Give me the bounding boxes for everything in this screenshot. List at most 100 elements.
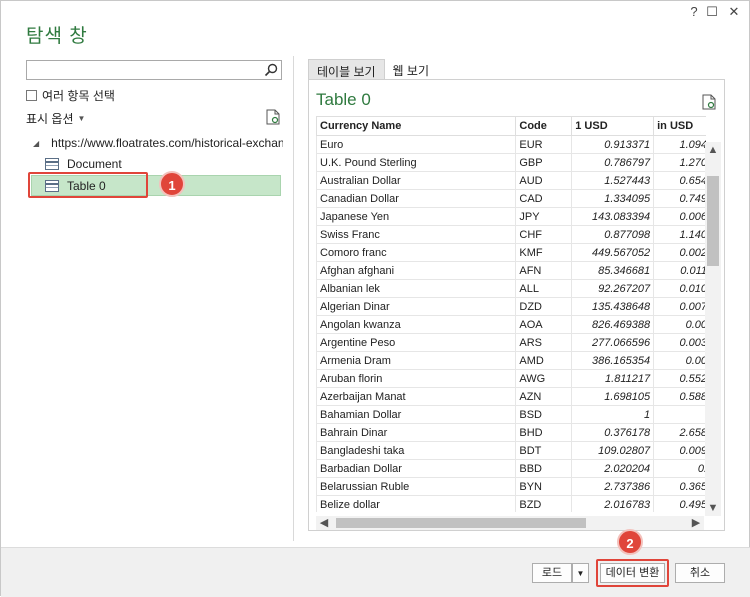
table-cell: 0.009 [653,441,706,460]
table-row[interactable]: Canadian Dollar CAD 1.334095 0.749 [316,189,706,208]
column-header[interactable]: 1 USD [571,116,655,136]
table-cell: 0.003 [653,333,706,352]
help-button[interactable]: ? [685,3,703,21]
table-cell: 0.365 [653,477,706,496]
table-cell: AUD [515,171,573,190]
table-row[interactable]: Bahrain Dinar BHD 0.376178 2.658 [316,423,706,442]
table-cell: 1 [571,405,655,424]
table-cell: BDT [515,441,573,460]
highlight-box-2 [596,559,669,587]
step-badge-2: 2 [617,529,643,555]
table-row[interactable]: Belarussian Ruble BYN 2.737386 0.365 [316,477,706,496]
table-cell: 0.007 [653,297,706,316]
table-row[interactable]: Swiss Franc CHF 0.877098 1.140 [316,225,706,244]
tree-item-label: Document [67,157,122,171]
table-cell: Swiss Franc [316,225,517,244]
table-cell: Barbadian Dollar [316,459,517,478]
table-row[interactable]: Afghan afghani AFN 85.346681 0.011 [316,261,706,280]
table-row[interactable]: Armenia Dram AMD 386.165354 0.00 [316,351,706,370]
collapse-triangle-icon[interactable]: ◢ [33,139,39,148]
table-cell: 2.737386 [571,477,655,496]
table-row[interactable]: Euro EUR 0.913371 1.094 [316,135,706,154]
table-cell: Belarussian Ruble [316,477,517,496]
load-dropdown-button[interactable]: ▼ [572,563,589,583]
scroll-right-icon[interactable]: ▶ [688,516,704,529]
table-row[interactable]: Japanese Yen JPY 143.083394 0.006 [316,207,706,226]
multi-select-label: 여러 항목 선택 [42,89,115,103]
table-row[interactable]: Angolan kwanza AOA 826.469388 0.00 [316,315,706,334]
preview-pane: Table 0 Currency Name Code 1 USD in USD … [308,79,725,531]
table-cell: AFN [515,261,573,280]
tree-root[interactable]: ◢ https://www.floatrates.com/historical-… [33,136,283,150]
vertical-scrollbar[interactable]: ▲ ▼ [705,142,721,516]
table-cell: 0.786797 [571,153,655,172]
data-table: Currency Name Code 1 USD in USD Euro EUR 0… [316,116,706,512]
table-row[interactable]: Barbadian DollarBBD2.0202040. [316,459,706,478]
column-header[interactable]: in USD [653,116,706,136]
data-grid[interactable]: Currency Name Code 1 USD in USD Euro EUR 0… [316,116,706,512]
scroll-down-icon[interactable]: ▼ [705,502,721,514]
cancel-button[interactable]: 취소 [675,563,725,583]
load-button[interactable]: 로드 [532,563,572,583]
scroll-left-icon[interactable]: ◀ [316,516,332,529]
display-options-label: 표시 옵션 [26,112,74,126]
table-cell: Comoro franc [316,243,517,262]
table-cell: 0.495 [653,495,706,512]
maximize-button[interactable]: ☐ [703,3,721,21]
tree-item-document[interactable]: Document [45,154,122,174]
tab-web-view[interactable]: 웹 보기 [385,59,437,79]
tab-table-view[interactable]: 테이블 보기 [308,59,385,79]
tree-root-label: https://www.floatrates.com/historical-ex… [51,136,283,150]
table-row[interactable]: Aruban florin AWG 1.811217 0.552 [316,369,706,388]
window-title: 탐색 창 [26,26,88,47]
table-cell: AZN [515,387,573,406]
table-cell: 1.334095 [571,189,655,208]
table-cell: Aruban florin [316,369,517,388]
table-row[interactable]: Comoro franc KMF 449.567052 0.002 [316,243,706,262]
step-badge-1: 1 [159,171,185,197]
table-cell: 0.877098 [571,225,655,244]
column-header[interactable]: Code [515,116,573,136]
multi-select-option[interactable]: 여러 항목 선택 [26,87,115,104]
table-row[interactable]: Argentine Peso ARS 277.066596 0.003 [316,333,706,352]
column-header[interactable]: Currency Name [316,116,517,136]
table-cell: Bahamian Dollar [316,405,517,424]
table-cell: 386.165354 [571,351,655,370]
table-cell: BYN [515,477,573,496]
table-row[interactable]: Belize dollar BZD 2.016783 0.495 [316,495,706,512]
table-body: Euro EUR 0.913371 1.094 U.K. Pound Sterling G… [316,135,706,512]
search-icon[interactable] [264,63,278,77]
navigator-window: ? ☐ ✕ 탐색 창 여러 항목 선택 표시 옵션 ▼ ◢ https://ww… [0,0,750,597]
vertical-scroll-thumb[interactable] [707,176,719,266]
scroll-up-icon[interactable]: ▲ [705,144,721,156]
table-cell: 1.140 [653,225,706,244]
close-button[interactable]: ✕ [725,3,743,21]
table-row[interactable]: Algerian Dinar DZD 135.438648 0.007 [316,297,706,316]
table-cell: 0.010 [653,279,706,298]
table-cell: BHD [515,423,573,442]
table-cell: CAD [515,189,573,208]
multi-select-checkbox[interactable] [26,90,37,101]
table-row[interactable]: U.K. Pound Sterling GBP 0.786797 1.270 [316,153,706,172]
table-row[interactable]: Albanian lek ALL 92.267207 0.010 [316,279,706,298]
table-row[interactable]: Bangladeshi taka BDT 109.02807 0.009 [316,441,706,460]
display-options-dropdown[interactable]: 표시 옵션 ▼ [26,110,85,127]
horizontal-scrollbar[interactable]: ◀ ▶ [316,516,704,530]
table-cell: Bahrain Dinar [316,423,517,442]
highlight-box-1 [28,172,148,198]
table-cell: AWG [515,369,573,388]
table-row[interactable]: Bahamian Dollar BSD 1 [316,405,706,424]
header-row: Currency Name Code 1 USD in USD [316,116,706,136]
table-cell: BZD [515,495,573,512]
table-cell: 0.913371 [571,135,655,154]
refresh-file-icon[interactable] [266,109,280,125]
table-row[interactable]: Australian Dollar AUD 1.527443 0.654 [316,171,706,190]
horizontal-scroll-thumb[interactable] [336,518,586,528]
table-row[interactable]: Azerbaijan Manat AZN 1.698105 0.588 [316,387,706,406]
table-cell: Australian Dollar [316,171,517,190]
search-input[interactable] [26,60,282,80]
table-cell: Canadian Dollar [316,189,517,208]
export-file-icon[interactable] [702,94,716,110]
table-cell: 109.02807 [571,441,655,460]
table-icon [45,158,59,170]
